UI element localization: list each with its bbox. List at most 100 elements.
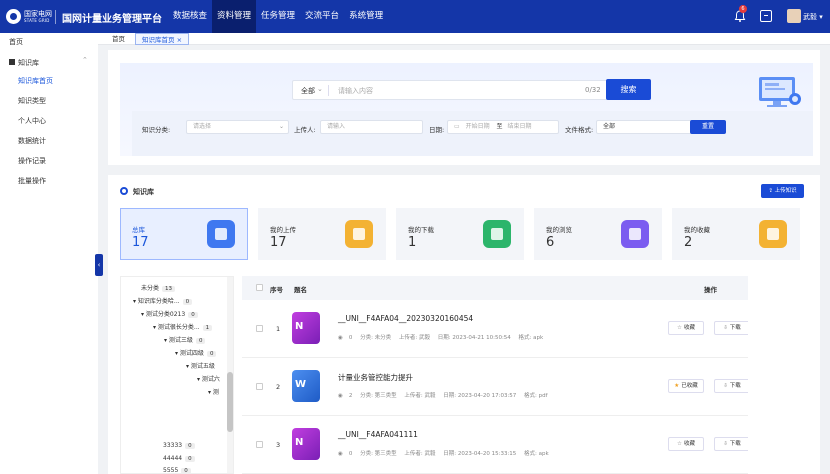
download-button[interactable]: ⇩ 下载 (714, 321, 748, 335)
nav-exchange-platform[interactable]: 交流平台 (300, 0, 344, 33)
top-bar: 国家电网 STATE GRID 国网计量业务管理平台 数据核查 资料管理 任务管… (0, 0, 830, 33)
sidebar-group-label: 知识库 (18, 59, 39, 67)
sidebar-item-operation-log[interactable]: 操作记录 (18, 156, 46, 166)
tab-kb-home[interactable]: 知识库首页 × (135, 33, 190, 45)
stat-card-my-favorites[interactable]: 我的收藏 2 (672, 208, 800, 260)
nav-task-management[interactable]: 任务管理 (256, 0, 300, 33)
chevron-down-icon: ⌄ (278, 123, 284, 130)
table-row[interactable]: 1 N __UNI__F4AFA04__20230320160454 ◉ 0 分类… (242, 300, 748, 358)
tree-scrollbar[interactable] (227, 277, 233, 473)
reset-button[interactable]: 重置 (690, 120, 726, 134)
row-checkbox[interactable] (256, 383, 263, 390)
file-title[interactable]: __UNI__F4AFA041111 (338, 430, 418, 439)
sidebar: 首页 知识库 ⌃ 知识库首页 知识类型 个人中心 数据统计 操作记录 批量操作 (0, 33, 98, 474)
search-scope-select[interactable]: 全部 (301, 86, 315, 96)
library-icon (207, 220, 235, 248)
tree-node[interactable]: ▾ 测试三级 0 (164, 335, 206, 344)
sidebar-item-home[interactable]: 首页 (9, 37, 23, 47)
search-char-counter: 0/32 (585, 86, 601, 94)
app-title: 国网计量业务管理平台 (62, 14, 162, 25)
sidebar-item-statistics[interactable]: 数据统计 (18, 136, 46, 146)
category-select[interactable]: 请选择 ⌄ (186, 120, 289, 134)
scrollbar-thumb[interactable] (227, 372, 233, 432)
tree-node[interactable]: ▾ 测 (208, 387, 219, 396)
tree-node[interactable]: 未分类 13 (141, 283, 176, 292)
sidebar-group-knowledge-base[interactable]: 知识库 ⌃ (0, 56, 98, 69)
sidebar-collapse-button[interactable]: ‹ (95, 254, 103, 276)
tree-node-label: 测试分类0213 (145, 311, 186, 318)
end-date-input[interactable]: 结束日期 (507, 123, 531, 130)
tree-node[interactable]: ▾ 测试六 (197, 374, 220, 383)
logo-mark-icon (6, 9, 21, 24)
tree-node[interactable]: ▾ 测试分类0213 0 (141, 309, 198, 318)
favorite-button[interactable]: ☆ 收藏 (668, 321, 704, 335)
user-name[interactable]: 武毅 ▾ (803, 12, 823, 22)
sidebar-item-kb-home[interactable]: 知识库首页 (18, 76, 53, 86)
tree-node[interactable]: 33333 0 (163, 442, 195, 449)
tree-node[interactable]: ▾ 测试五级 (186, 361, 215, 370)
tree-node[interactable]: 5555 0 (163, 467, 191, 474)
sidebar-item-batch-operation[interactable]: 批量操作 (18, 176, 46, 186)
search-input[interactable]: 请输入内容 (338, 86, 373, 96)
favorite-button[interactable]: ★ 已收藏 (668, 379, 704, 393)
format-select[interactable]: 全部⌄ (596, 120, 699, 134)
message-icon[interactable] (760, 10, 772, 22)
folder-icon (9, 59, 15, 65)
filter-bar: 知识分类: 请选择 ⌄ 上传人: 请输入 日期: ▭ 开始日期 至 结束日期 文件… (132, 111, 813, 156)
stat-value: 17 (132, 235, 149, 250)
uploader-input[interactable]: 请输入 (320, 120, 423, 134)
tree-node[interactable]: ▾ 测试四级 0 (175, 348, 217, 357)
tree-node[interactable]: ▾ 知识库分类哈... 0 (133, 296, 193, 305)
download-label: 下载 (729, 383, 741, 389)
date-range-picker[interactable]: ▭ 开始日期 至 结束日期 (447, 120, 559, 134)
tree-node-label: 知识库分类哈... (137, 298, 180, 305)
tree-node-label: 未分类 (141, 285, 160, 292)
table-row[interactable]: 2 W 计量业务管控能力提升 ◉ 2 分类: 第三类型 上传者: 武毅 日期: 2… (242, 358, 748, 416)
category-tree: 未分类 13 ▾ 知识库分类哈... 0 ▾ 测试分类0213 0 ▾ 测试很长分类.… (120, 276, 234, 474)
stat-card-my-downloads[interactable]: 我的下载 1 (396, 208, 524, 260)
avatar[interactable] (787, 9, 801, 23)
stat-label: 我的上传 (270, 226, 296, 234)
upload-knowledge-button[interactable]: ⇪ 上传知识 (761, 184, 804, 198)
tree-node-label: 测试很长分类... (157, 324, 200, 331)
tree-node-label: 5555 (163, 467, 179, 474)
tree-node-label: 测试四级 (179, 350, 204, 357)
nav-document-management[interactable]: 资料管理 (212, 0, 257, 33)
calendar-icon: ▭ (454, 123, 462, 130)
onenote-icon: N (292, 312, 320, 344)
start-date-input[interactable]: 开始日期 (466, 123, 490, 130)
nav-data-check[interactable]: 数据核查 (168, 0, 212, 33)
tree-node-label: 33333 (163, 442, 183, 449)
state-grid-logo[interactable]: 国家电网 STATE GRID (6, 8, 52, 26)
row-checkbox[interactable] (256, 441, 263, 448)
stat-card-total[interactable]: 总库 17 (120, 208, 248, 260)
file-title[interactable]: 计量业务管控能力提升 (338, 372, 413, 383)
sidebar-item-personal-center[interactable]: 个人中心 (18, 116, 46, 126)
download-button[interactable]: ⇩ 下载 (714, 379, 748, 393)
uploader-label: 上传人: (294, 126, 316, 134)
download-button[interactable]: ⇩ 下载 (714, 437, 748, 451)
category-placeholder: 请选择 (193, 123, 212, 130)
stat-value: 17 (270, 235, 287, 250)
stat-card-my-uploads[interactable]: 我的上传 17 (258, 208, 386, 260)
meta-date: 日期: 2023-04-21 10:50:54 (437, 335, 511, 341)
nav-system-management[interactable]: 系统管理 (344, 0, 388, 33)
upload-doc-icon (345, 220, 373, 248)
table-row[interactable]: 3 N __UNI__F4AFA041111 ◉ 0 分类: 第三类型 上传者: … (242, 416, 748, 474)
tree-node[interactable]: ▾ 测试很长分类... 1 (153, 322, 213, 331)
stat-card-my-views[interactable]: 我的浏览 6 (534, 208, 662, 260)
tab-home[interactable]: 首页 (106, 33, 131, 45)
search-button[interactable]: 搜索 (606, 79, 651, 100)
select-all-checkbox[interactable] (256, 284, 263, 291)
stat-label: 我的下载 (408, 226, 434, 234)
favorite-button[interactable]: ☆ 收藏 (668, 437, 704, 451)
meta-uploader: 上传者: 武毅 (398, 335, 431, 341)
header-title: 题名 (294, 286, 307, 294)
sidebar-item-knowledge-types[interactable]: 知识类型 (18, 96, 46, 106)
row-checkbox[interactable] (256, 325, 263, 332)
file-title[interactable]: __UNI__F4AFA04__20230320160454 (338, 314, 473, 323)
close-icon[interactable]: × (177, 36, 182, 44)
date-label: 日期: (429, 126, 445, 134)
tree-node[interactable]: 44444 0 (163, 455, 195, 462)
user-name-text: 武毅 (803, 13, 817, 21)
